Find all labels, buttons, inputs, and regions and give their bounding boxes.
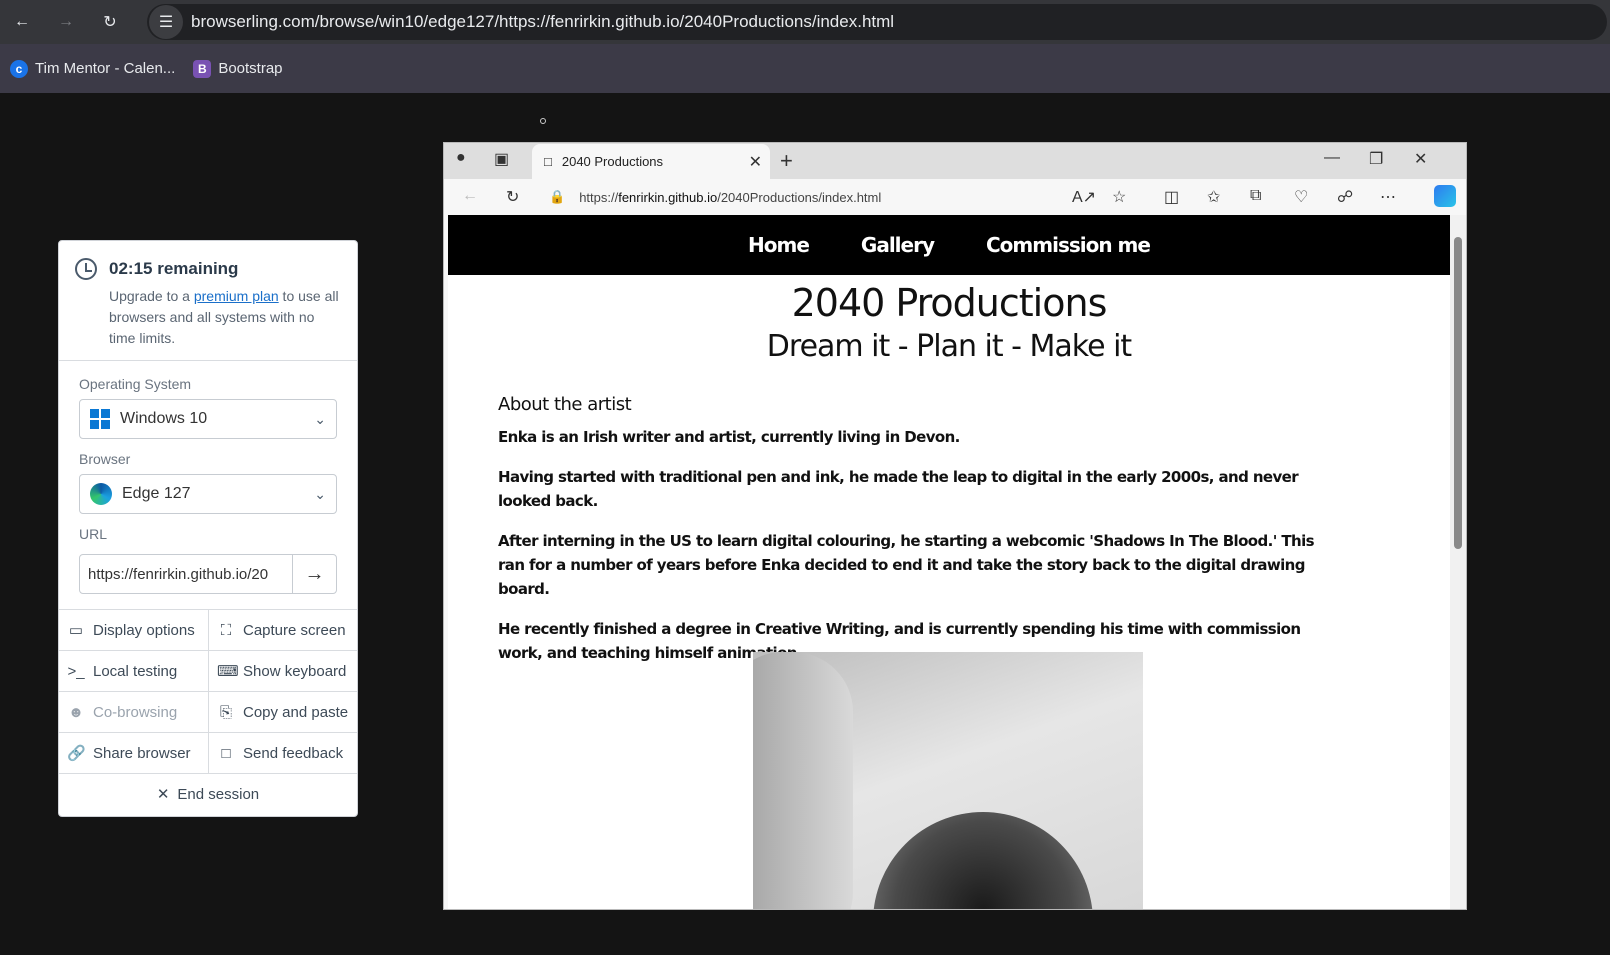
copy-and-paste-button[interactable]: ⎘ Copy and paste: [208, 692, 357, 732]
nav-home[interactable]: Home: [748, 233, 810, 257]
copilot-icon[interactable]: [1434, 185, 1456, 207]
site-settings-icon[interactable]: ☰: [149, 5, 183, 39]
browser-label: Browser: [79, 451, 131, 467]
lock-icon: 🔒: [549, 189, 566, 204]
capture-screen-button[interactable]: ⛶ Capture screen: [208, 610, 357, 650]
artist-photo: [753, 652, 1143, 909]
monitor-icon: ▭: [68, 622, 84, 639]
users-icon: ☻: [68, 703, 84, 721]
session-panel: 02:15 remaining Upgrade to a premium pla…: [58, 240, 358, 817]
bootstrap-favicon-icon: B: [193, 59, 212, 78]
reload-button[interactable]: ↻: [88, 0, 132, 44]
forward-button[interactable]: →: [44, 0, 88, 44]
reload-icon: ↻: [103, 14, 117, 31]
session-timer-section: 02:15 remaining Upgrade to a premium pla…: [59, 241, 357, 361]
arrow-left-icon: ←: [14, 13, 30, 30]
end-session-button[interactable]: ✕ End session: [59, 774, 357, 814]
tab-actions-icon[interactable]: ▣: [494, 149, 509, 169]
url-label: URL: [79, 526, 108, 542]
capture-icon: ⛶: [220, 621, 232, 639]
tab-title: 2040 Productions: [561, 154, 664, 169]
send-feedback-button[interactable]: □ Send feedback: [208, 733, 357, 773]
about-paragraph: After interning in the US to learn digit…: [498, 532, 1315, 598]
reload-button[interactable]: ↻: [506, 187, 519, 207]
nav-commission[interactable]: Commission me: [986, 233, 1151, 257]
about-paragraph: Enka is an Irish writer and artist, curr…: [498, 428, 960, 446]
about-heading: About the artist: [498, 394, 632, 415]
new-tab-button[interactable]: +: [780, 148, 793, 174]
page-scrollbar[interactable]: [1450, 215, 1466, 909]
clipboard-icon: ⎘: [219, 703, 232, 721]
bookmarks-bar: c Tim Mentor - Calen... B Bootstrap: [0, 44, 1610, 93]
address-bar[interactable]: ☰ browserling.com/browse/win10/edge127/h…: [147, 4, 1607, 40]
chat-icon: □: [221, 744, 231, 762]
back-button[interactable]: ←: [462, 187, 478, 205]
browser-essentials-icon[interactable]: ♡: [1294, 187, 1308, 207]
time-remaining: 02:15 remaining: [109, 259, 239, 278]
terminal-icon: >_: [67, 662, 85, 680]
more-icon[interactable]: ⋯: [1380, 187, 1396, 207]
nav-gallery[interactable]: Gallery: [861, 233, 935, 257]
calendar-favicon-icon: c: [10, 59, 28, 78]
keyboard-icon: ⌨: [217, 663, 239, 680]
restore-button[interactable]: ❐: [1369, 149, 1383, 169]
close-window-button[interactable]: ✕: [1414, 149, 1427, 169]
edge-tab-strip: ● ▣ □ 2040 Productions ✕ + — ❐ ✕: [444, 143, 1466, 179]
bookmark-label: Bootstrap: [218, 60, 283, 77]
bookmark-label: Tim Mentor - Calen...: [35, 60, 176, 77]
favorite-star-icon[interactable]: ☆: [1112, 187, 1126, 207]
browser-select[interactable]: Edge 127 ⌄: [79, 474, 337, 514]
windows-icon: [90, 409, 110, 429]
share-browser-button[interactable]: 🔗 Share browser: [59, 733, 208, 773]
url-input[interactable]: [79, 554, 293, 594]
small-circle-marker: [540, 118, 546, 124]
site-title: 2040 Productions: [791, 281, 1108, 325]
bookmark-tim-mentor[interactable]: c Tim Mentor - Calen...: [10, 59, 176, 78]
back-button[interactable]: ←: [0, 0, 44, 44]
premium-plan-link[interactable]: premium plan: [194, 288, 279, 304]
action-grid: ▭ Display options ⛶ Capture screen >_ Local…: [59, 609, 357, 814]
collections-icon[interactable]: ⧉: [1250, 187, 1261, 205]
clock-icon: [75, 258, 97, 280]
outer-browser-toolbar: ← → ↻ ☰ browserling.com/browse/win10/edg…: [0, 0, 1610, 44]
split-screen-icon[interactable]: ◫: [1164, 187, 1179, 207]
upgrade-message: Upgrade to a premium plan to use all bro…: [109, 288, 339, 346]
remote-edge-window: ● ▣ □ 2040 Productions ✕ + — ❐ ✕ ← ↻ 🔒 h…: [443, 142, 1467, 910]
about-paragraph: Having started with traditional pen and …: [498, 468, 1299, 510]
page-icon: □: [544, 154, 552, 169]
chevron-down-icon: ⌄: [314, 411, 326, 427]
display-options-button[interactable]: ▭ Display options: [59, 610, 208, 650]
bookmark-bootstrap[interactable]: B Bootstrap: [193, 59, 283, 78]
os-value: Windows 10: [120, 410, 208, 427]
arrow-right-icon: →: [58, 13, 74, 30]
link-icon: 🔗: [67, 745, 86, 762]
address-text[interactable]: browserling.com/browse/win10/edge127/htt…: [191, 12, 894, 32]
site-navigation: Home Gallery Commission me: [448, 215, 1450, 275]
show-keyboard-button[interactable]: ⌨ Show keyboard: [208, 651, 357, 691]
read-aloud-icon[interactable]: A↗: [1072, 187, 1096, 207]
local-testing-button[interactable]: >_ Local testing: [59, 651, 208, 691]
arrow-right-icon: →: [304, 562, 325, 585]
os-select[interactable]: Windows 10 ⌄: [79, 399, 337, 439]
scrollbar-thumb[interactable]: [1454, 237, 1462, 549]
chevron-down-icon: ⌄: [314, 486, 326, 502]
favorites-icon[interactable]: ✩: [1207, 187, 1220, 207]
minimize-button[interactable]: —: [1324, 149, 1340, 167]
edge-address-bar[interactable]: 🔒 https://fenrirkin.github.io/2040Produc…: [549, 183, 1129, 211]
close-tab-icon[interactable]: ✕: [749, 152, 762, 172]
os-label: Operating System: [79, 376, 192, 392]
tab-2040-productions[interactable]: □ 2040 Productions ✕: [532, 144, 770, 179]
site-subtitle: Dream it - Plan it - Make it: [766, 329, 1132, 364]
profile-icon[interactable]: ●: [456, 149, 466, 167]
go-button[interactable]: →: [292, 554, 337, 594]
web-page: Home Gallery Commission me 2040 Producti…: [448, 215, 1450, 909]
close-icon: ✕: [156, 786, 170, 803]
extensions-icon[interactable]: ☍: [1337, 187, 1353, 207]
edge-toolbar: ← ↻ 🔒 https://fenrirkin.github.io/2040Pr…: [444, 179, 1466, 215]
edge-icon: [90, 483, 112, 505]
co-browsing-button[interactable]: ☻ Co-browsing: [59, 692, 208, 732]
browser-value: Edge 127: [122, 485, 191, 502]
about-section: About the artist Enka is an Irish writer…: [498, 394, 1338, 665]
